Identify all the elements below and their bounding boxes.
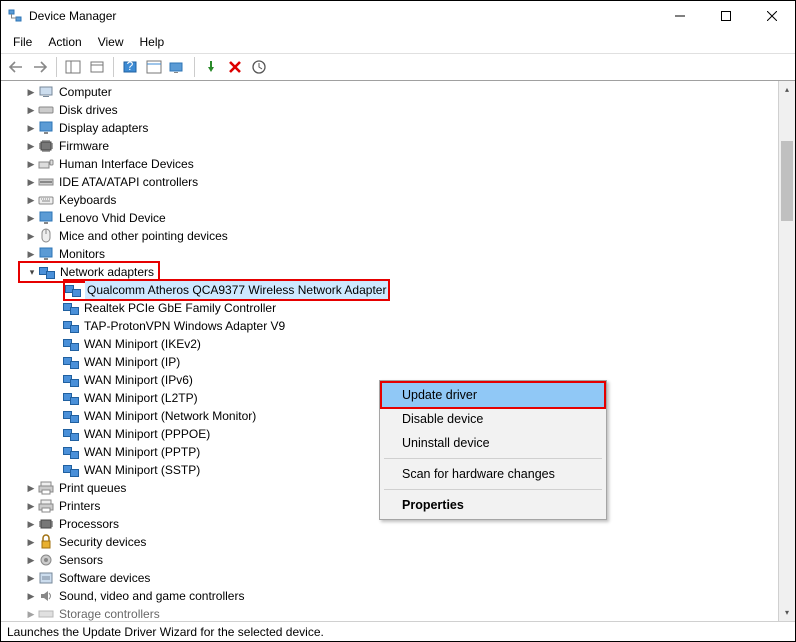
app-icon	[7, 8, 23, 24]
menu-help[interactable]: Help	[132, 33, 173, 51]
scroll-down-button[interactable]: ▾	[779, 604, 795, 621]
scroll-up-button[interactable]: ▴	[779, 81, 795, 98]
tree-item-firmware[interactable]: ▶Firmware	[3, 137, 795, 155]
tree-item-computer[interactable]: ▶Computer	[3, 83, 795, 101]
network-adapter-icon	[63, 336, 79, 352]
network-adapter-icon	[63, 318, 79, 334]
update-driver-button[interactable]	[248, 56, 270, 78]
tree-item-wan-ikev2[interactable]: WAN Miniport (IKEv2)	[3, 335, 795, 353]
enable-button[interactable]	[200, 56, 222, 78]
ide-icon	[38, 174, 54, 190]
tree-item-ide[interactable]: ▶IDE ATA/ATAPI controllers	[3, 173, 795, 191]
network-adapter-icon	[63, 390, 79, 406]
tree-item-software[interactable]: ▶Software devices	[3, 569, 795, 587]
network-adapter-icon	[63, 408, 79, 424]
close-button[interactable]	[749, 1, 795, 31]
context-scan[interactable]: Scan for hardware changes	[382, 462, 604, 486]
show-hide-tree-button[interactable]	[62, 56, 84, 78]
disk-icon	[38, 102, 54, 118]
scroll-thumb[interactable]	[781, 141, 793, 221]
keyboard-icon	[38, 192, 54, 208]
network-adapter-icon	[63, 426, 79, 442]
network-adapter-icon	[63, 300, 79, 316]
network-adapter-icon	[63, 354, 79, 370]
uninstall-button[interactable]	[224, 56, 246, 78]
context-menu: Update driver Disable device Uninstall d…	[379, 380, 607, 520]
sensor-icon	[38, 552, 54, 568]
printer-icon	[38, 498, 54, 514]
toolbar: ?	[1, 53, 795, 81]
status-bar: Launches the Update Driver Wizard for th…	[1, 621, 795, 641]
context-separator	[384, 458, 602, 459]
tree-item-display[interactable]: ▶Display adapters	[3, 119, 795, 137]
context-properties[interactable]: Properties	[382, 493, 604, 517]
vertical-scrollbar[interactable]: ▴ ▾	[778, 81, 795, 621]
menu-bar: File Action View Help	[1, 31, 795, 53]
tree-item-lenovo[interactable]: ▶Lenovo Vhid Device	[3, 209, 795, 227]
network-icon	[39, 264, 55, 280]
action-button[interactable]	[143, 56, 165, 78]
tree-item-sound[interactable]: ▶Sound, video and game controllers	[3, 587, 795, 605]
status-text: Launches the Update Driver Wizard for th…	[7, 625, 324, 639]
menu-file[interactable]: File	[5, 33, 40, 51]
device-tree[interactable]: ▶Computer ▶Disk drives ▶Display adapters…	[1, 81, 795, 621]
properties-button[interactable]	[86, 56, 108, 78]
tree-item-realtek[interactable]: Realtek PCIe GbE Family Controller	[3, 299, 795, 317]
monitor-icon	[38, 210, 54, 226]
tree-item-wan-ip[interactable]: WAN Miniport (IP)	[3, 353, 795, 371]
software-icon	[38, 570, 54, 586]
firmware-icon	[38, 138, 54, 154]
tree-item-mice[interactable]: ▶Mice and other pointing devices	[3, 227, 795, 245]
title-bar: Device Manager	[1, 1, 795, 31]
minimize-button[interactable]	[657, 1, 703, 31]
network-adapter-icon	[63, 462, 79, 478]
display-icon	[38, 120, 54, 136]
computer-icon	[38, 84, 54, 100]
scan-button[interactable]	[167, 56, 189, 78]
tree-item-hid[interactable]: ▶Human Interface Devices	[3, 155, 795, 173]
security-icon	[38, 534, 54, 550]
svg-text:?: ?	[127, 60, 134, 73]
tree-item-security[interactable]: ▶Security devices	[3, 533, 795, 551]
sound-icon	[38, 588, 54, 604]
tree-item-keyboards[interactable]: ▶Keyboards	[3, 191, 795, 209]
maximize-button[interactable]	[703, 1, 749, 31]
tree-item-tap[interactable]: TAP-ProtonVPN Windows Adapter V9	[3, 317, 795, 335]
context-uninstall-device[interactable]: Uninstall device	[382, 431, 604, 455]
monitor-icon	[38, 246, 54, 262]
tree-item-qualcomm[interactable]: Qualcomm Atheros QCA9377 Wireless Networ…	[3, 281, 795, 299]
help-button[interactable]: ?	[119, 56, 141, 78]
context-disable-device[interactable]: Disable device	[382, 407, 604, 431]
printer-icon	[38, 480, 54, 496]
hid-icon	[38, 156, 54, 172]
menu-view[interactable]: View	[90, 33, 132, 51]
tree-item-storage[interactable]: ▶Storage controllers	[3, 605, 795, 621]
network-adapter-icon	[65, 282, 81, 298]
window-title: Device Manager	[29, 9, 116, 23]
context-separator	[384, 489, 602, 490]
cpu-icon	[38, 516, 54, 532]
tree-item-disk-drives[interactable]: ▶Disk drives	[3, 101, 795, 119]
mouse-icon	[38, 228, 54, 244]
back-button[interactable]	[5, 56, 27, 78]
storage-icon	[38, 606, 54, 621]
network-adapter-icon	[63, 372, 79, 388]
network-adapter-icon	[63, 444, 79, 460]
tree-item-sensors[interactable]: ▶Sensors	[3, 551, 795, 569]
menu-action[interactable]: Action	[40, 33, 89, 51]
forward-button[interactable]	[29, 56, 51, 78]
context-update-driver[interactable]: Update driver	[380, 381, 606, 409]
